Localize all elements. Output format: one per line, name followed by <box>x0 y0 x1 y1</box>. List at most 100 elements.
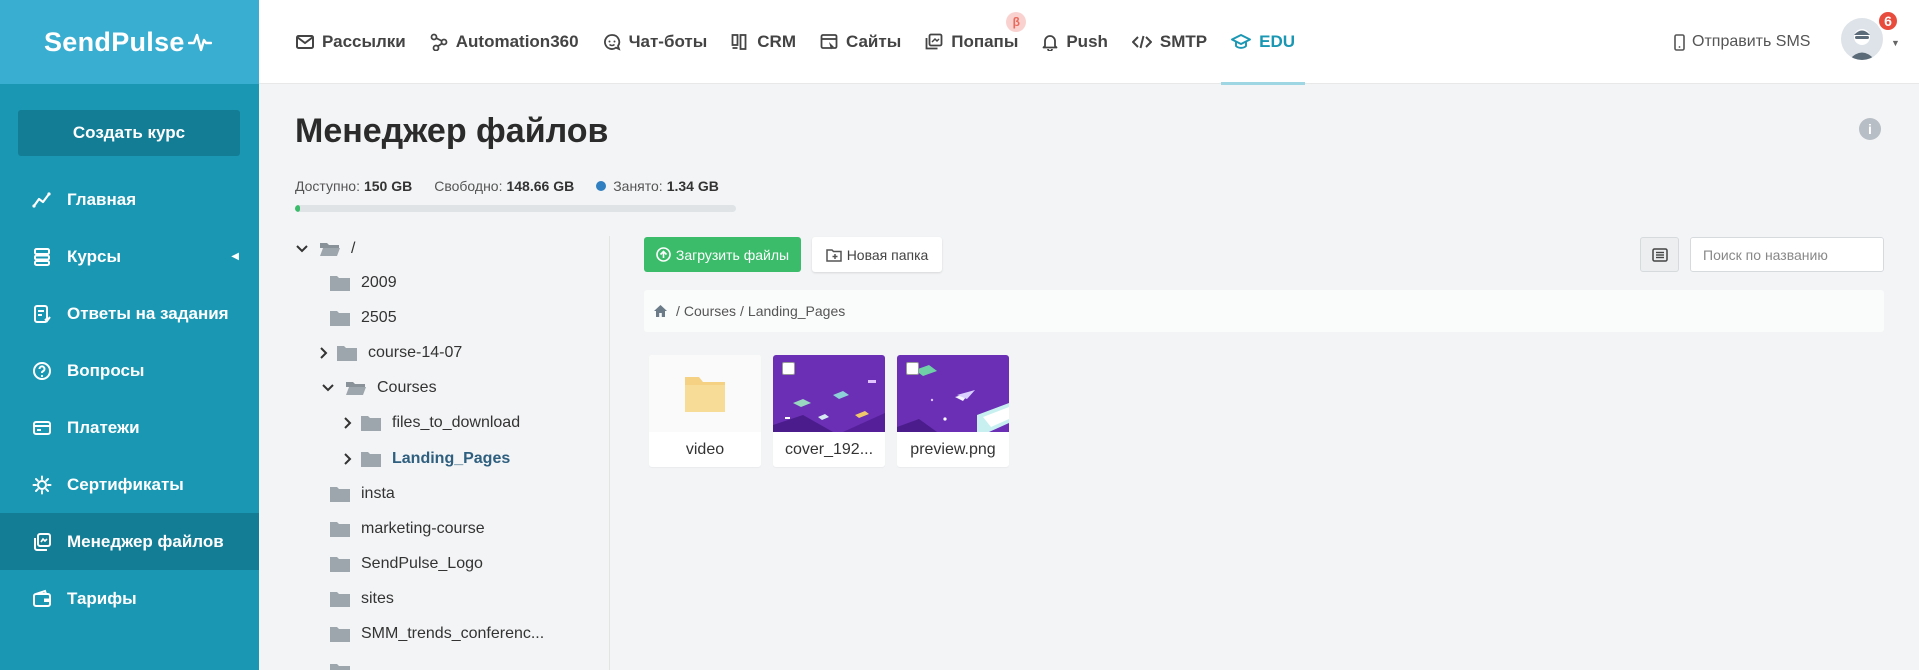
tree-item[interactable]: SMM_trends_conferenc... <box>329 621 544 647</box>
new-folder-icon <box>825 248 842 262</box>
page-title: Менеджер файлов <box>295 112 609 150</box>
chevron-right-icon[interactable] <box>344 453 352 465</box>
sidebar-item-questions[interactable]: Вопросы <box>0 342 259 399</box>
chart-line-icon <box>31 189 53 211</box>
tree-item-label: SendPulse_Logo <box>361 555 483 572</box>
topnav-item-automation[interactable]: Automation360 <box>430 0 579 84</box>
tree-item-label: Landing_Pages <box>392 450 511 467</box>
tree-item-partial[interactable] <box>329 658 361 670</box>
tree-item[interactable]: 2009 <box>329 270 397 296</box>
tree-item-current[interactable]: Landing_Pages <box>344 446 510 472</box>
chevron-down-icon[interactable] <box>321 384 335 392</box>
used-dot-icon <box>596 181 607 191</box>
sendpulse-logo[interactable]: SendPulse <box>44 27 212 58</box>
bell-icon <box>1042 33 1058 51</box>
select-checkbox[interactable] <box>906 362 919 375</box>
chevron-down-icon[interactable] <box>295 245 309 253</box>
caret-down-icon[interactable]: ▼ <box>1891 38 1900 48</box>
tree-item[interactable]: Courses <box>321 375 437 401</box>
tree-item[interactable]: sites <box>329 586 394 612</box>
new-folder-button[interactable]: Новая папка <box>812 237 942 272</box>
tree-item[interactable]: SendPulse_Logo <box>329 551 483 577</box>
breadcrumb-separator: / <box>740 303 744 319</box>
sidebar-item-tariffs[interactable]: Тарифы <box>0 570 259 627</box>
file-card-image[interactable]: preview.png <box>897 355 1009 467</box>
sidebar-item-label: Менеджер файлов <box>67 531 224 551</box>
file-card-image[interactable]: cover_192... <box>773 355 885 467</box>
used-label: Занято: <box>613 178 663 194</box>
topnav-item-popups[interactable]: Попапы β <box>925 0 1027 84</box>
free-label: Свободно: <box>434 178 503 194</box>
storage-progress-fill <box>295 205 301 212</box>
select-checkbox[interactable] <box>782 362 795 375</box>
topnav-item-smtp[interactable]: SMTP <box>1131 0 1207 84</box>
topnav-item-mailings[interactable]: Рассылки <box>296 0 406 84</box>
topnav-item-chatbots[interactable]: Чат-боты <box>603 0 708 84</box>
tree-item-label: / <box>351 240 356 257</box>
send-sms-link[interactable]: Отправить SMS <box>1674 0 1810 84</box>
chevron-left-icon: ◀ <box>231 251 239 262</box>
folder-icon <box>361 416 381 431</box>
tree-item-root[interactable]: / <box>295 236 355 262</box>
automation-icon <box>430 33 448 51</box>
logo-area: SendPulse <box>0 0 259 84</box>
courses-icon <box>31 246 53 268</box>
folder-icon <box>330 522 350 537</box>
topnav-item-sites[interactable]: Сайты <box>820 0 901 84</box>
file-card-folder[interactable]: video <box>649 355 761 467</box>
available-label: Доступно: <box>295 178 360 194</box>
chevron-right-icon[interactable] <box>344 417 352 429</box>
sidebar-item-label: Тарифы <box>67 588 137 608</box>
free-value: 148.66 GB <box>506 178 575 194</box>
breadcrumb-item[interactable]: Courses <box>684 303 736 319</box>
assignment-icon <box>31 303 53 325</box>
info-icon[interactable]: i <box>1859 118 1881 140</box>
topnav-item-push[interactable]: Push <box>1042 0 1108 84</box>
folder-icon <box>330 664 350 670</box>
list-view-button[interactable] <box>1640 237 1679 272</box>
sidebar-item-label: Курсы <box>67 246 121 266</box>
code-icon <box>1131 34 1152 50</box>
storage-free: Свободно: 148.66 GB <box>434 178 574 194</box>
sidebar-item-file-manager[interactable]: Менеджер файлов <box>0 513 259 570</box>
tree-item-label: marketing-course <box>361 520 485 537</box>
tree-item-label: 2505 <box>361 309 397 326</box>
popups-icon <box>925 33 943 51</box>
topnav-label: Чат-боты <box>628 32 708 51</box>
chevron-right-icon[interactable] <box>320 347 328 359</box>
sidebar-item-home[interactable]: Главная <box>0 171 259 228</box>
storage-used: Занято: 1.34 GB <box>596 178 719 194</box>
folder-open-icon <box>346 382 366 395</box>
storage-available: Доступно: 150 GB <box>295 178 412 194</box>
graduation-cap-icon <box>1231 33 1252 51</box>
tree-item[interactable]: marketing-course <box>329 516 485 542</box>
tree-item[interactable]: insta <box>329 481 395 507</box>
upload-icon <box>656 247 671 262</box>
create-course-button[interactable]: Создать курс <box>18 110 240 156</box>
topnav-item-crm[interactable]: CRM <box>731 0 796 84</box>
sidebar-item-assignments[interactable]: Ответы на задания <box>0 285 259 342</box>
sidebar-item-label: Сертификаты <box>67 474 184 494</box>
question-icon <box>31 360 53 382</box>
sidebar-item-courses[interactable]: Курсы ◀ <box>0 228 259 285</box>
list-view-icon <box>1651 247 1668 262</box>
certificate-icon <box>31 474 53 496</box>
sidebar-item-payments[interactable]: Платежи <box>0 399 259 456</box>
topnav-item-edu[interactable]: EDU <box>1221 0 1305 85</box>
beta-badge: β <box>1006 12 1027 32</box>
search-input[interactable] <box>1690 237 1884 272</box>
upload-files-button[interactable]: Загрузить файлы <box>644 237 801 272</box>
breadcrumb-item[interactable]: Landing_Pages <box>748 303 845 319</box>
storage-summary: Доступно: 150 GB Свободно: 148.66 GB Зан… <box>295 178 741 194</box>
wallet-icon <box>31 588 53 610</box>
tree-item[interactable]: files_to_download <box>344 410 520 436</box>
sidebar-item-certificates[interactable]: Сертификаты <box>0 456 259 513</box>
folder-icon <box>330 276 350 291</box>
send-sms-label: Отправить SMS <box>1692 33 1811 50</box>
home-icon[interactable] <box>653 304 668 318</box>
topnav-label: Рассылки <box>322 32 406 51</box>
tree-item[interactable]: course-14-07 <box>320 340 462 366</box>
tree-item[interactable]: 2505 <box>329 305 397 331</box>
topnav-label: Попапы <box>951 32 1019 51</box>
folder-tree: / 2009 2505 course-14-07 Courses files_t… <box>295 236 610 670</box>
